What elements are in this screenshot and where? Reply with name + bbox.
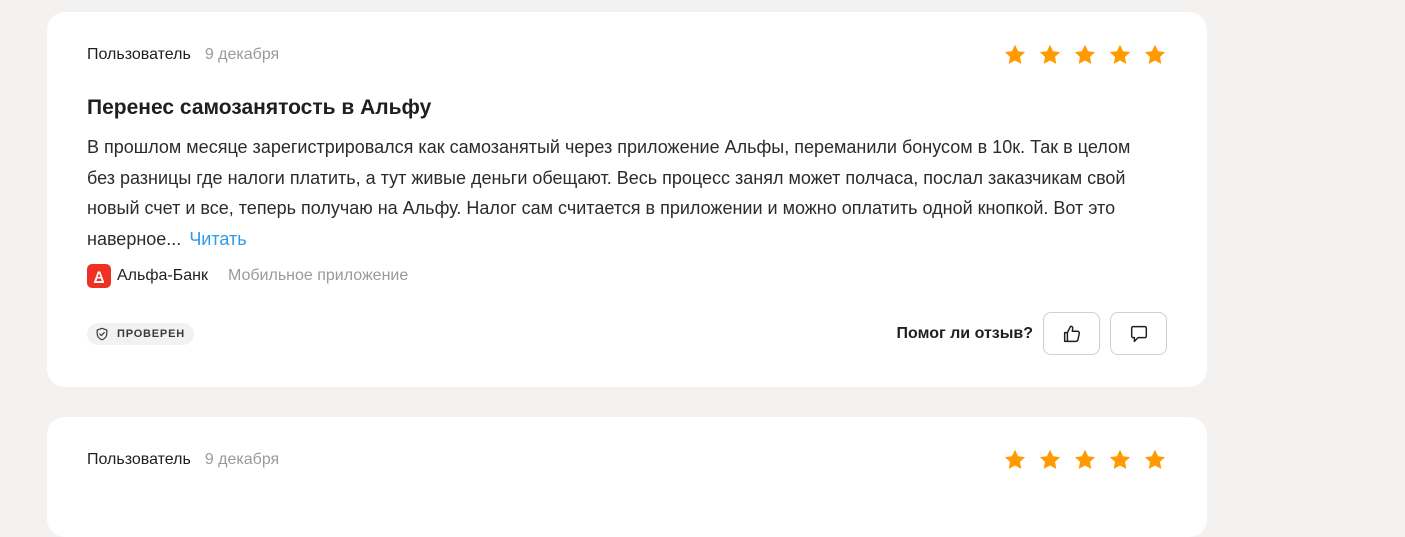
review-title[interactable]: Перенес самозанятость в Альфу	[87, 95, 431, 121]
star-icon	[1004, 449, 1026, 469]
verified-label: ПРОВЕРЕН	[117, 328, 185, 340]
review-meta: Пользователь 9 декабря	[87, 45, 279, 65]
like-button[interactable]	[1043, 312, 1100, 355]
review-card: Пользователь 9 декабря Перенес самозанят…	[47, 12, 1207, 387]
read-more-link[interactable]: Читать	[189, 229, 246, 249]
star-icon	[1109, 449, 1131, 469]
bank-info: А Альфа-Банк Мобильное приложение	[87, 264, 408, 288]
verified-badge: ПРОВЕРЕН	[87, 323, 194, 345]
thumbs-up-icon	[1063, 324, 1080, 342]
bank-logo[interactable]: А	[87, 264, 111, 288]
review-card: Пользователь 9 декабря	[47, 417, 1207, 537]
comment-icon	[1130, 325, 1147, 342]
review-date: 9 декабря	[204, 46, 280, 63]
star-icon	[1144, 449, 1166, 469]
helpful-section: Помог ли отзыв?	[897, 312, 1167, 355]
bank-product[interactable]: Мобильное приложение	[228, 267, 408, 285]
rating-stars	[1003, 43, 1167, 67]
star-icon	[1039, 449, 1061, 469]
bank-name[interactable]: Альфа-Банк	[117, 267, 208, 285]
star-icon	[1039, 44, 1061, 64]
star-icon	[1074, 44, 1096, 64]
star-icon	[1004, 44, 1026, 64]
review-date: 9 декабря	[204, 451, 280, 468]
review-meta: Пользователь 9 декабря	[87, 450, 279, 470]
star-icon	[1109, 44, 1131, 64]
rating-stars	[1003, 448, 1167, 472]
star-icon	[1074, 449, 1096, 469]
review-author: Пользователь	[87, 451, 191, 468]
shield-check-icon	[96, 327, 108, 341]
star-icon	[1144, 44, 1166, 64]
comment-button[interactable]	[1110, 312, 1167, 355]
review-author: Пользователь	[87, 46, 191, 63]
helpful-label: Помог ли отзыв?	[896, 324, 1033, 342]
review-text: В прошлом месяце зарегистрировался как с…	[87, 132, 1137, 254]
